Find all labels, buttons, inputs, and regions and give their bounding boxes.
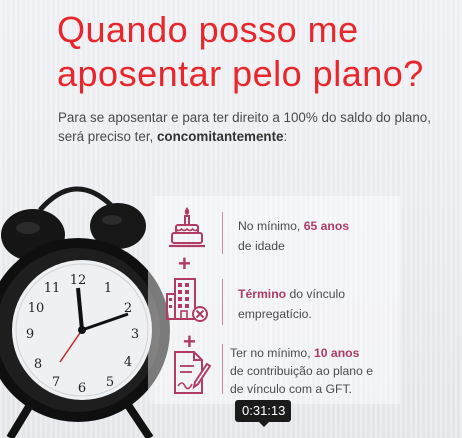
plus-separator: + — [178, 251, 191, 276]
intro-prefix: será preciso ter, — [58, 129, 157, 144]
title-line-1: Quando posso me — [57, 9, 359, 50]
svg-text:9: 9 — [26, 327, 34, 342]
svg-text:11: 11 — [44, 281, 61, 296]
svg-text:7: 7 — [52, 375, 60, 390]
svg-text:1: 1 — [104, 281, 112, 296]
video-timestamp-tooltip: 0:31:13 — [235, 400, 292, 427]
title-line-2: aposentar pelo plano? — [57, 53, 424, 94]
divider-line — [222, 344, 223, 394]
intro-suffix: : — [283, 129, 288, 144]
document-signature-icon — [174, 351, 212, 394]
requirement-age-line2: de idade — [238, 239, 285, 253]
requirement-age: No mínimo, 65 anos de idade — [238, 219, 350, 253]
requirement-contribution-line2: de contribuição ao plano e — [230, 364, 373, 378]
intro-emphasis: concomitantemente — [156, 129, 284, 144]
requirement-employment-line2: empregatício. — [238, 307, 312, 321]
intro-line-1: Para se aposentar e para ter direito a 1… — [58, 110, 431, 125]
divider-line — [222, 212, 223, 254]
intro-line-2: será preciso ter, concomitantemente: — [58, 127, 458, 146]
svg-text:10: 10 — [28, 301, 45, 316]
requirement-contribution-highlight: 10 anos — [313, 346, 360, 360]
intro-text: Para se aposentar e para ter direito a 1… — [58, 108, 458, 146]
requirement-employment-highlight: Término — [238, 287, 287, 301]
birthday-cake-icon — [169, 207, 205, 248]
svg-text:3: 3 — [131, 327, 139, 342]
svg-text:5: 5 — [106, 375, 114, 390]
page-title: Quando posso me aposentar pelo plano? — [57, 8, 457, 96]
requirement-employment-end: Término do vínculo empregatício. — [238, 287, 346, 321]
requirement-contribution: Ter no mínimo, 10 anos de contribuição a… — [230, 346, 373, 396]
svg-text:6: 6 — [78, 381, 86, 396]
svg-text:4: 4 — [124, 355, 132, 370]
requirement-age-highlight: 65 anos — [303, 219, 350, 233]
requirement-contribution-line3: de vínculo com a GFT. — [230, 382, 352, 396]
divider-line — [222, 279, 223, 325]
plus-separator: + — [183, 329, 196, 354]
svg-text:12: 12 — [70, 273, 87, 288]
building-cancel-icon — [166, 278, 208, 322]
svg-text:8: 8 — [34, 357, 42, 372]
